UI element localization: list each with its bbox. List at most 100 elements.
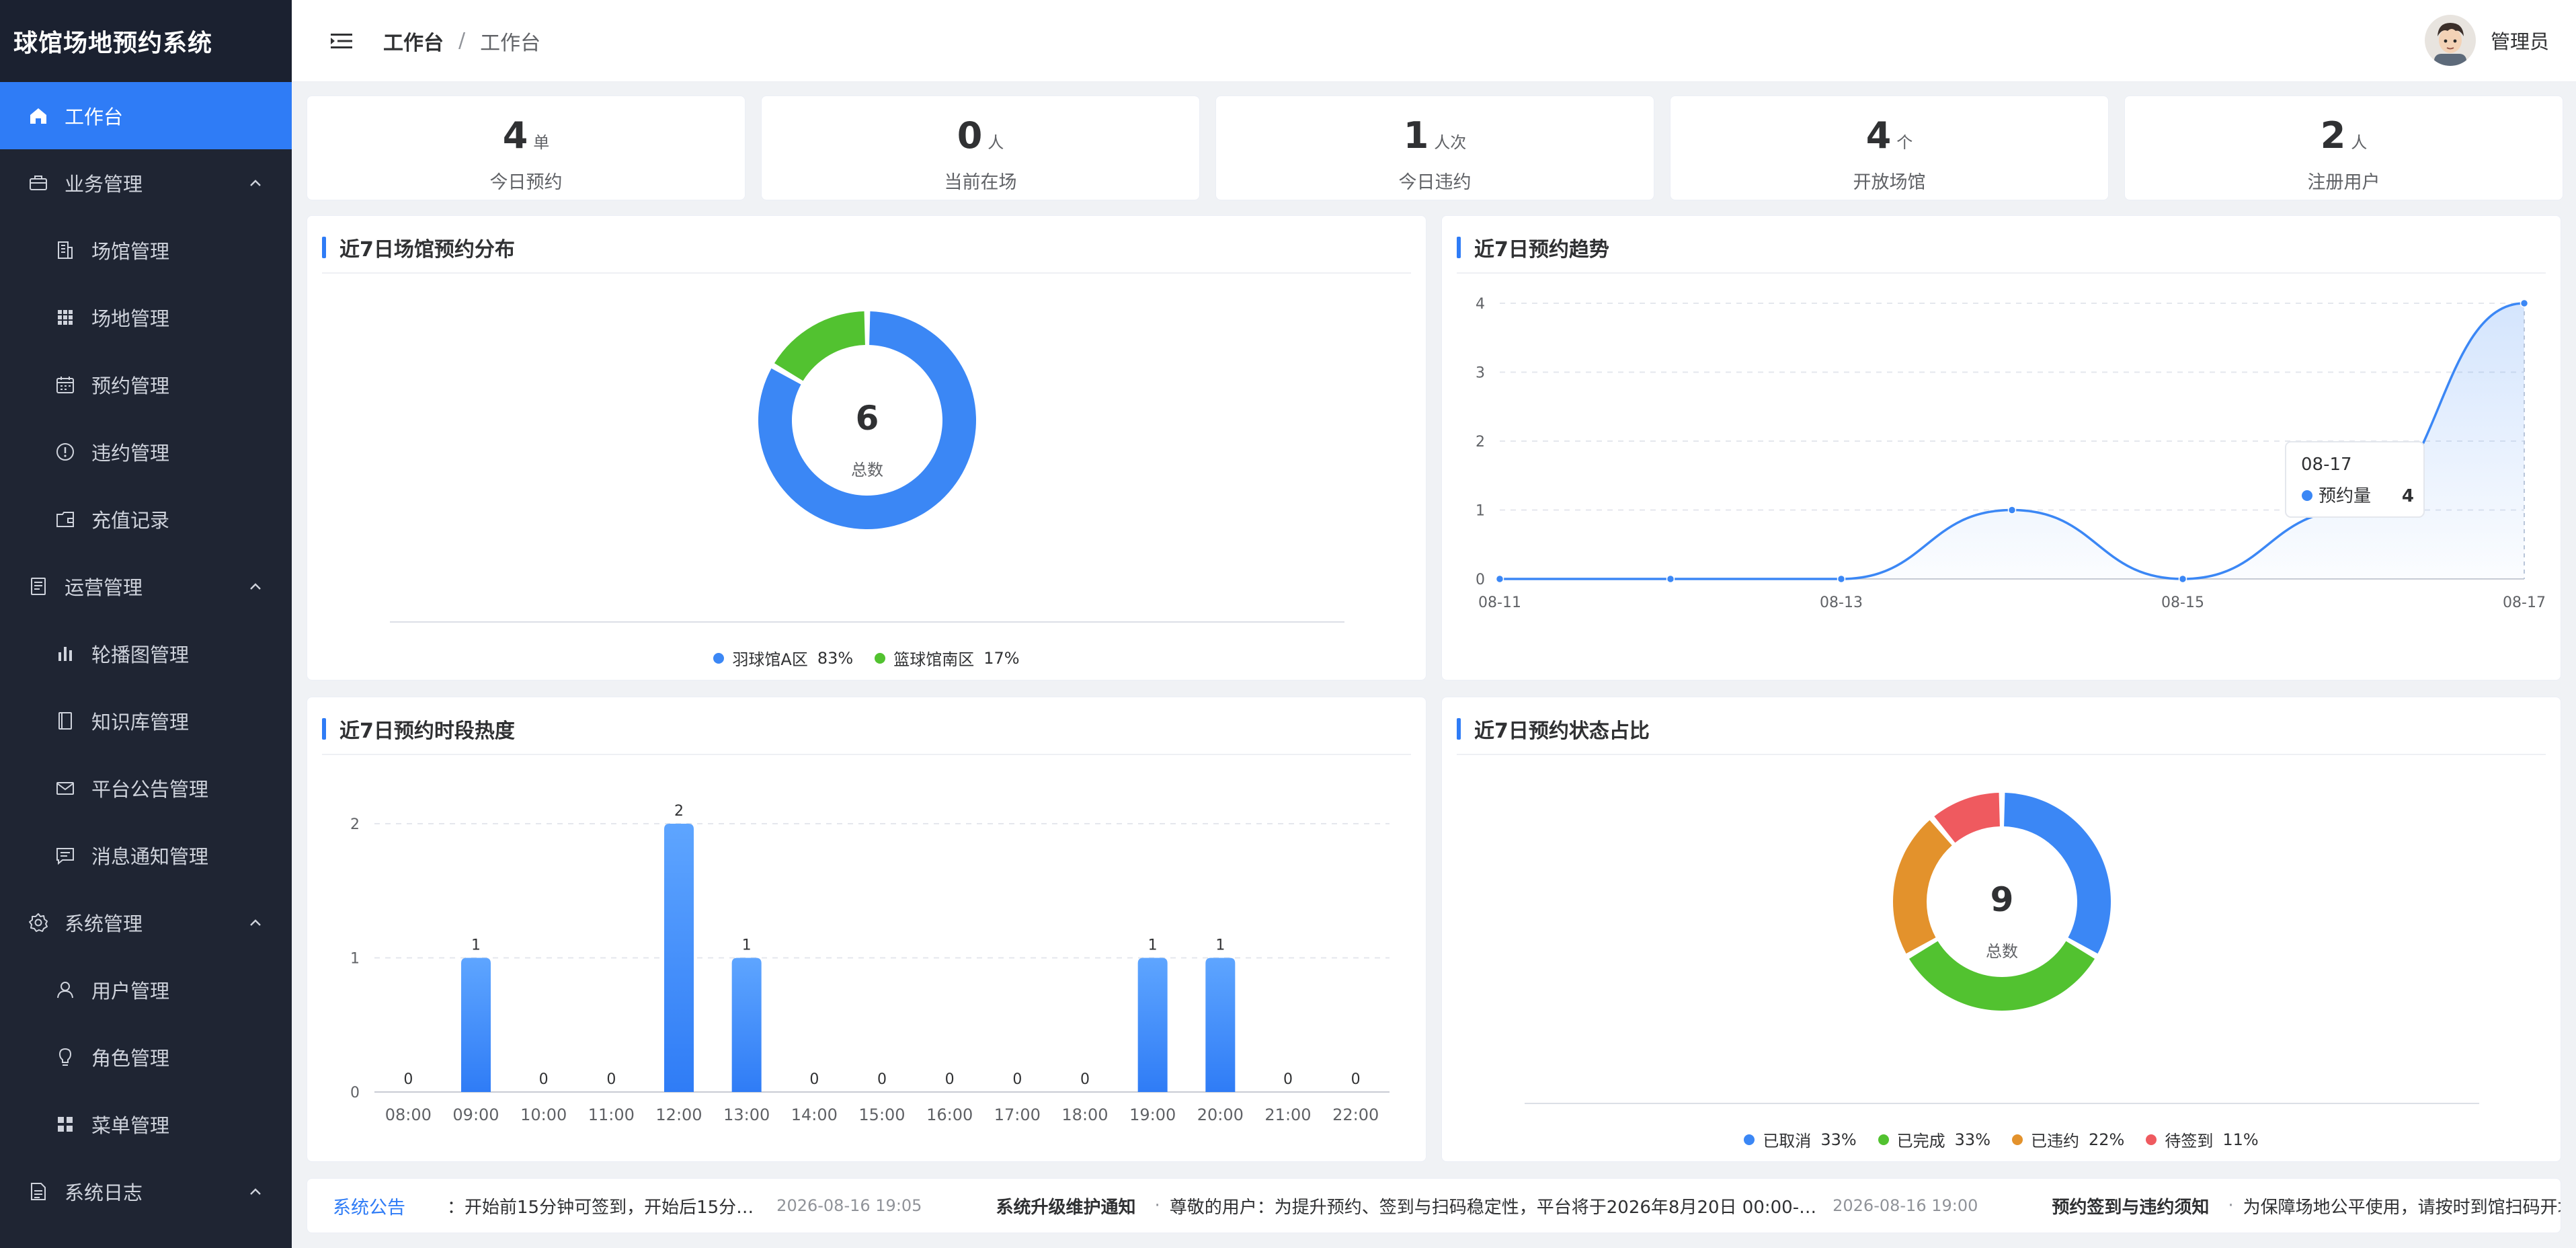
sidebar-menu: 工作台 业务管理 场馆管理场地管理预约管理违约管理 充值记录 运营管理 轮播图管理 知识库管… [0, 82, 292, 1225]
stat-unit: 人 [988, 133, 1004, 152]
bar-value-label: 1 [1148, 937, 1158, 954]
x-tick-label: 21:00 [1264, 1105, 1311, 1124]
sidebar-item-8[interactable]: 轮播图管理 [0, 620, 292, 687]
notice-dot: · [2228, 1196, 2234, 1216]
avatar[interactable] [2424, 15, 2476, 66]
username[interactable]: 管理员 [2491, 26, 2549, 54]
legend-dot [2012, 1134, 2023, 1145]
stat-number: 1 [1403, 114, 1429, 157]
legend-item[interactable]: 待签到 11% [2146, 1128, 2259, 1151]
document-icon [27, 575, 50, 598]
stat-label: 今日违约 [1398, 172, 1472, 193]
chevron-up-icon [246, 173, 265, 192]
stat-value: 1 人次 [1216, 114, 1654, 165]
x-tick-label: 19:00 [1129, 1105, 1176, 1124]
bar-value-label: 0 [1351, 1071, 1361, 1088]
legend-item[interactable]: 已完成 33% [1878, 1128, 1990, 1151]
notice-tag[interactable]: 系统公告 [333, 1193, 405, 1219]
tooltip-value: 4 [2402, 486, 2414, 506]
notice-text[interactable]: ：开始前15分钟可签到，开始后15分… [447, 1194, 754, 1218]
legend-label: 已完成 [1896, 1132, 1945, 1150]
legend-item[interactable]: 已取消 33% [1744, 1128, 1857, 1151]
bar-chart-icon [54, 642, 77, 665]
bar[interactable] [1137, 958, 1168, 1093]
x-tick-label: 11:00 [588, 1105, 635, 1124]
tooltip-series: 预约量 [2319, 486, 2371, 506]
user-icon [54, 978, 77, 1001]
notice-title[interactable]: 预约签到与违约须知 [2052, 1194, 2209, 1218]
grid-icon [54, 306, 77, 329]
stat-unit: 个 [1896, 133, 1913, 152]
sidebar-item-4[interactable]: 预约管理 [0, 351, 292, 418]
menu-fold-icon[interactable] [328, 28, 355, 54]
sidebar-item-label: 预约管理 [91, 375, 170, 397]
sidebar-item-10[interactable]: 平台公告管理 [0, 754, 292, 822]
alert-circle-icon [54, 440, 77, 463]
sidebar: 球馆场地预约系统 工作台 业务管理 场馆管理 场地管理 预约管理 违约管理 充值记录 运营管理… [0, 0, 292, 1248]
sidebar-item-9[interactable]: 知识库管理 [0, 687, 292, 754]
data-point[interactable] [1495, 574, 1504, 584]
y-tick-label: 2 [350, 816, 360, 833]
top-header: 工作台 / 工作台 管理员 [292, 0, 2576, 82]
data-point[interactable] [1837, 574, 1846, 584]
bar-value-label: 1 [471, 937, 481, 954]
donut-slice[interactable] [2004, 793, 2111, 954]
sidebar-item-1[interactable]: 业务管理 [0, 149, 292, 217]
sidebar-item-0[interactable]: 工作台 [0, 82, 292, 149]
chart-tooltip: 08-17 预约量 4 [2285, 441, 2425, 518]
sidebar-item-label: 平台公告管理 [91, 778, 209, 801]
legend-item[interactable]: 已违约 22% [2012, 1128, 2124, 1151]
data-point[interactable] [2178, 574, 2187, 584]
sidebar-item-label: 消息通知管理 [91, 845, 209, 868]
legend-label: 已违约 [2031, 1132, 2079, 1150]
data-point[interactable] [1666, 574, 1675, 584]
sidebar-item-label: 场地管理 [91, 307, 170, 330]
sidebar-item-2[interactable]: 场馆管理 [0, 217, 292, 284]
x-tick-label: 16:00 [926, 1105, 973, 1124]
notice-text[interactable]: 尊敬的用户：为提升预约、签到与扫码稳定性，平台将于2026年8月20日 00:0… [1170, 1194, 1816, 1218]
user-menu[interactable]: 管理员 [2424, 15, 2549, 66]
bar[interactable] [461, 958, 491, 1093]
tooltip-date: 08-17 [2301, 455, 2352, 475]
notice-title[interactable]: 系统升级维护通知 [996, 1194, 1135, 1218]
x-tick-label: 15:00 [858, 1105, 905, 1124]
sidebar-item-5[interactable]: 违约管理 [0, 418, 292, 485]
stat-value: 4单 [307, 114, 745, 165]
legend-item[interactable]: 羽球馆A区 83% [713, 646, 853, 670]
sidebar-item-11[interactable]: 消息通知管理 [0, 822, 292, 889]
sidebar-item-12[interactable]: 系统管理 [0, 889, 292, 956]
bar[interactable] [731, 958, 762, 1093]
legend-percent: 22% [2089, 1130, 2125, 1149]
building-icon [54, 239, 77, 262]
donut-slice[interactable] [1893, 820, 1952, 954]
gear-icon [27, 911, 50, 934]
sidebar-item-14[interactable]: 角色管理 [0, 1023, 292, 1091]
x-tick-label: 08-15 [2161, 594, 2204, 611]
briefcase-icon [27, 171, 50, 194]
sidebar-item-13[interactable]: 用户管理 [0, 956, 292, 1023]
y-tick-label: 4 [1476, 296, 1485, 313]
bar-value-label: 0 [403, 1071, 413, 1088]
donut-slice[interactable] [774, 311, 865, 381]
venue-donut-chart: 6 总数 [390, 311, 1344, 623]
sidebar-item-16[interactable]: 系统日志 [0, 1158, 292, 1225]
timeslot-panel: 近7日预约时段热度 0 1 2 0 08:00 1 09:00 0 10:00 0 11:00 2 12… [307, 697, 1426, 1162]
breadcrumb-root[interactable]: 工作台 [383, 26, 444, 56]
bar[interactable] [1205, 958, 1236, 1093]
y-tick-label: 3 [1476, 365, 1485, 382]
sidebar-item-3[interactable]: 场地管理 [0, 284, 292, 351]
legend-item[interactable]: 篮球馆南区 17% [875, 646, 1020, 670]
notice-bar: 系统公告 ：开始前15分钟可签到，开始后15分… 2026-08-16 19:0… [307, 1178, 2561, 1233]
donut-slice[interactable] [1934, 793, 2000, 843]
data-point[interactable] [2520, 299, 2529, 308]
notice-text[interactable]: 为保障场地公平使用，请按时到馆扫码开场 [2243, 1194, 2561, 1218]
x-tick-label: 10:00 [520, 1105, 567, 1124]
legend-percent: 33% [1954, 1130, 1990, 1149]
data-point[interactable] [2007, 506, 2017, 514]
timeslot-bar-chart: 0 1 2 0 08:00 1 09:00 0 10:00 0 11:00 2 12:00 1 13:00 0… [350, 803, 1390, 1124]
sidebar-item-6[interactable]: 充值记录 [0, 485, 292, 553]
legend-percent: 17% [983, 648, 1020, 668]
bar[interactable] [664, 824, 694, 1092]
sidebar-item-15[interactable]: 菜单管理 [0, 1091, 292, 1158]
sidebar-item-7[interactable]: 运营管理 [0, 553, 292, 620]
